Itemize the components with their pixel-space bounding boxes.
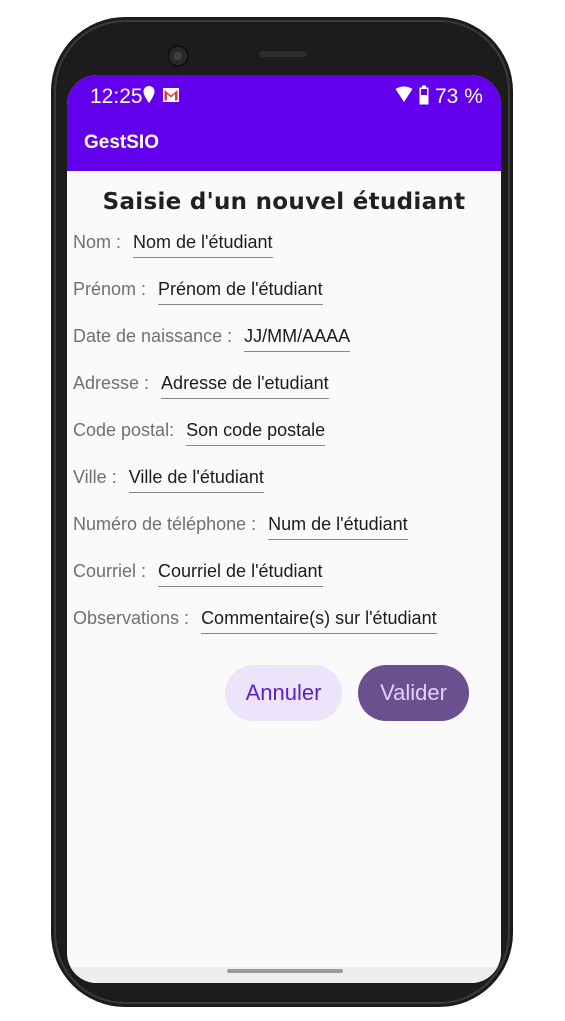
wifi-icon [395, 86, 413, 102]
form-row-courriel: Courriel : Courriel de l'étudiant [73, 555, 323, 589]
form-row-date-naissance: Date de naissance : JJ/MM/AAAA [73, 320, 351, 354]
form-row-adresse: Adresse : Adresse de l'etudiant [73, 367, 329, 401]
form-row-prenom: Prénom : Prénom de l'étudiant [73, 273, 323, 307]
adresse-label: Adresse : [73, 373, 150, 393]
form-row-observations: Observations : Commentaire(s) sur l'étud… [73, 602, 437, 636]
app-title: GestSIO [84, 132, 159, 153]
courriel-input[interactable]: Courriel de l'étudiant [158, 555, 323, 587]
navigation-bar [67, 967, 501, 983]
courriel-label: Courriel : [73, 561, 147, 581]
adresse-input[interactable]: Adresse de l'etudiant [161, 367, 329, 399]
device-screen: 12:25 73 % GestSIO Saisie d'un nouvel ét… [67, 75, 501, 983]
telephone-label: Numéro de téléphone : [73, 514, 257, 534]
prenom-label: Prénom : [73, 279, 147, 299]
location-pin-icon [143, 86, 155, 103]
telephone-input[interactable]: Num de l'étudiant [268, 508, 408, 540]
ville-label: Ville : [73, 467, 117, 487]
code-postal-label: Code postal: [73, 420, 175, 440]
form-title: Saisie d'un nouvel étudiant [102, 189, 466, 215]
form-row-nom: Nom : Nom de l'étudiant [73, 226, 273, 260]
form-row-telephone: Numéro de téléphone : Num de l'étudiant [73, 508, 408, 542]
app-bar: GestSIO [67, 113, 501, 171]
observations-input[interactable]: Commentaire(s) sur l'étudiant [201, 602, 437, 634]
battery-icon [419, 85, 429, 105]
status-time: 12:25 [90, 85, 143, 108]
form-row-ville: Ville : Ville de l'étudiant [73, 461, 264, 495]
nom-label: Nom : [73, 232, 122, 252]
observations-label: Observations : [73, 608, 190, 628]
front-camera [167, 45, 189, 67]
ville-input[interactable]: Ville de l'étudiant [128, 461, 264, 493]
nom-input[interactable]: Nom de l'étudiant [133, 226, 273, 258]
prenom-input[interactable]: Prénom de l'étudiant [158, 273, 323, 305]
form-row-code-postal: Code postal: Son code postale [73, 414, 326, 448]
earpiece-speaker [259, 51, 307, 57]
gmail-icon [163, 88, 179, 102]
cancel-button[interactable]: Annuler [225, 665, 342, 721]
validate-button[interactable]: Valider [358, 665, 469, 721]
gesture-handle[interactable] [227, 969, 343, 973]
date-naissance-label: Date de naissance : [73, 326, 233, 346]
battery-percentage: 73 % [435, 85, 483, 108]
code-postal-input[interactable]: Son code postale [186, 414, 326, 446]
date-naissance-input[interactable]: JJ/MM/AAAA [244, 320, 351, 352]
status-bar: 12:25 73 % [67, 75, 501, 113]
